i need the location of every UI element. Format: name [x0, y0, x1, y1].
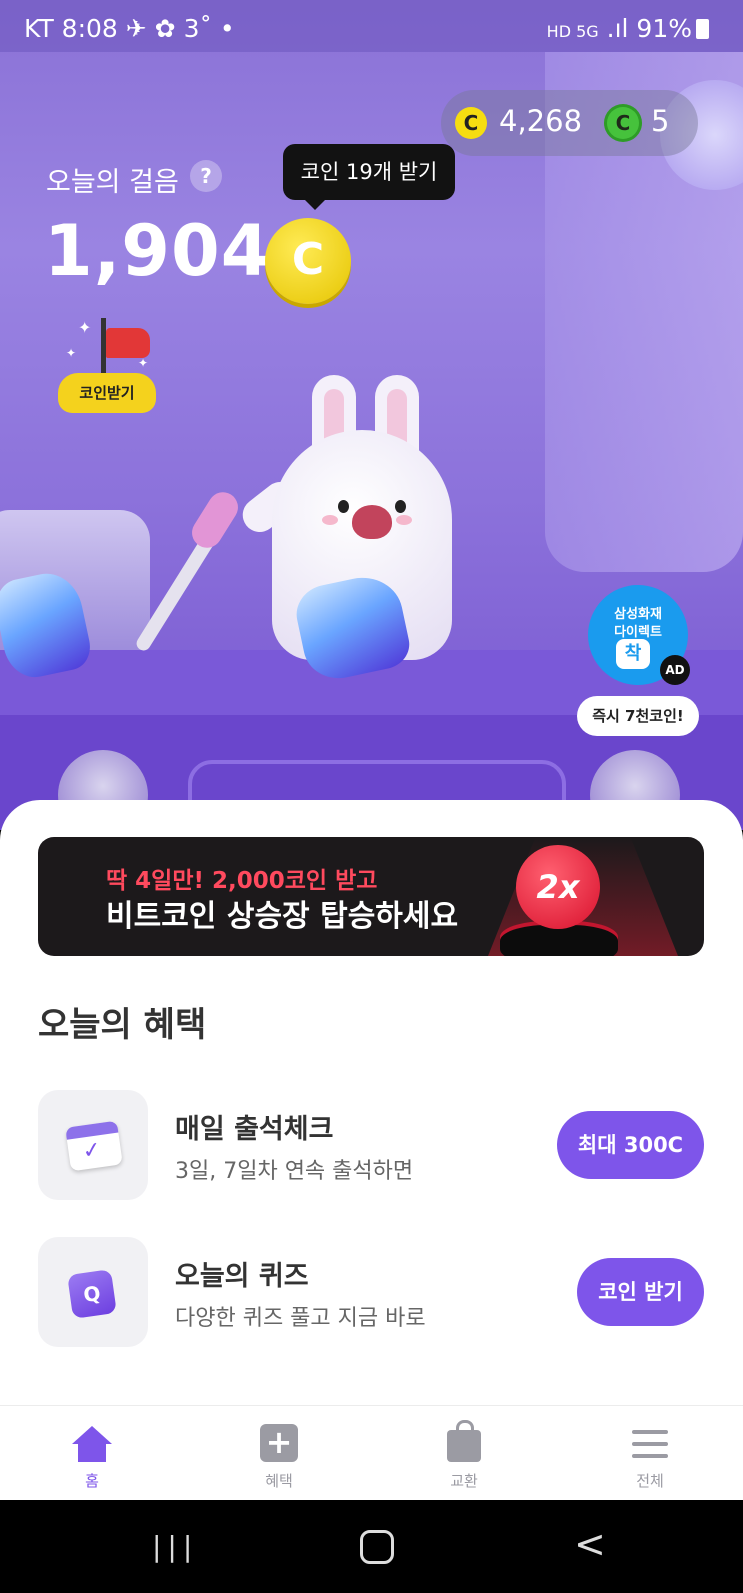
banner-subline: 비트코인 상승장 탑승하세요	[106, 899, 459, 934]
ad-line1: 삼성화재	[614, 607, 662, 622]
flag-icon	[106, 328, 150, 358]
bottom-tab-bar: 홈 + 혜택 교환 전체	[0, 1405, 743, 1501]
tab-exchange[interactable]: 교환	[404, 1420, 524, 1491]
bunny-cheek-right	[396, 515, 412, 525]
pedestal	[500, 925, 618, 956]
quiz-subtitle: 다양한 퀴즈 풀고 지금 바로	[175, 1306, 426, 1331]
sparkle-icon: ✦	[138, 356, 149, 370]
tab-home[interactable]: 홈	[32, 1420, 152, 1491]
attendance-button[interactable]: 최대 300C	[557, 1111, 704, 1179]
tab-exchange-label: 교환	[450, 1472, 478, 1490]
coin-icon: C	[455, 107, 487, 139]
tab-all[interactable]: 전체	[590, 1420, 710, 1491]
carrier-time: KT 8:08	[24, 14, 118, 43]
ad-tag: AD	[660, 655, 690, 685]
menu-icon	[632, 1430, 668, 1458]
promo-banner[interactable]: 2x 딱 4일만! 2,000코인 받고 비트코인 상승장 탑승하세요	[38, 837, 704, 956]
quiz-button[interactable]: 코인 받기	[577, 1258, 704, 1326]
shopping-bag-icon	[447, 1420, 481, 1462]
bunny-eye-right	[395, 500, 406, 513]
tab-benefits-label: 혜택	[265, 1472, 293, 1490]
plus-box-icon: +	[260, 1424, 298, 1462]
attendance-title: 매일 출석체크	[175, 1114, 334, 1145]
collect-coin-button[interactable]: C	[265, 218, 351, 304]
coin-balance[interactable]: C 4,268 C 5	[441, 90, 698, 156]
tab-home-label: 홈	[85, 1472, 99, 1490]
coin-claim-badge[interactable]: ✦ ✦ ✦ 코인받기	[58, 318, 158, 414]
signal-icon: .ıl	[606, 14, 629, 43]
sparkle-icon: ✦	[78, 318, 92, 337]
green-coin-count: 5	[651, 104, 670, 138]
recent-apps-button[interactable]: |||	[152, 1530, 198, 1563]
attendance-subtitle: 3일, 7일차 연속 출석하면	[175, 1159, 414, 1184]
temperature: 3˚	[183, 14, 212, 43]
ad-reward-pill[interactable]: 즉시 7천코인!	[577, 696, 699, 736]
benefits-title: 오늘의 혜택	[38, 1005, 207, 1045]
coin-count: 4,268	[499, 104, 583, 138]
notification-dot: •	[219, 14, 235, 43]
back-button[interactable]: <	[574, 1522, 606, 1566]
step-count: 1,904	[44, 210, 271, 292]
bunny-eye-left	[338, 500, 349, 513]
help-button[interactable]: ?	[190, 160, 222, 192]
steps-label: 오늘의 걸음	[46, 167, 179, 198]
quiz-title: 오늘의 퀴즈	[175, 1261, 309, 1292]
bunny-stick-head	[186, 486, 244, 554]
status-left: KT 8:08 ✈ ✿ 3˚ •	[24, 14, 235, 43]
network-icon: HD 5G	[546, 22, 599, 41]
coin-claim-label: 코인받기	[58, 373, 156, 413]
home-button[interactable]	[360, 1530, 394, 1564]
ad-badge: 착	[616, 639, 650, 669]
battery-icon	[696, 19, 709, 39]
status-bar: KT 8:08 ✈ ✿ 3˚ • HD 5G .ıl 91%	[0, 0, 743, 52]
calendar-check-icon: ✓	[65, 1120, 123, 1172]
system-nav-bar: ||| <	[0, 1500, 743, 1593]
quiz-q-icon: Q	[67, 1269, 117, 1319]
coin-tooltip: 코인 19개 받기	[283, 144, 455, 210]
notification-icons: ✈ ✿	[125, 14, 184, 43]
sparkle-icon: ✦	[66, 346, 77, 360]
home-icon	[72, 1426, 112, 1462]
green-coin-icon: C	[607, 107, 639, 139]
banner-headline: 딱 4일만! 2,000코인 받고	[106, 868, 378, 894]
battery-percent: 91%	[636, 14, 692, 43]
double-badge: 2x	[516, 845, 600, 929]
status-right: HD 5G .ıl 91%	[547, 14, 709, 43]
ad-line2: 다이렉트	[614, 625, 662, 640]
tab-benefits[interactable]: + 혜택	[219, 1420, 339, 1491]
bunny-cheek-left	[322, 515, 338, 525]
tab-all-label: 전체	[636, 1472, 664, 1490]
bunny-mouth	[352, 505, 392, 539]
